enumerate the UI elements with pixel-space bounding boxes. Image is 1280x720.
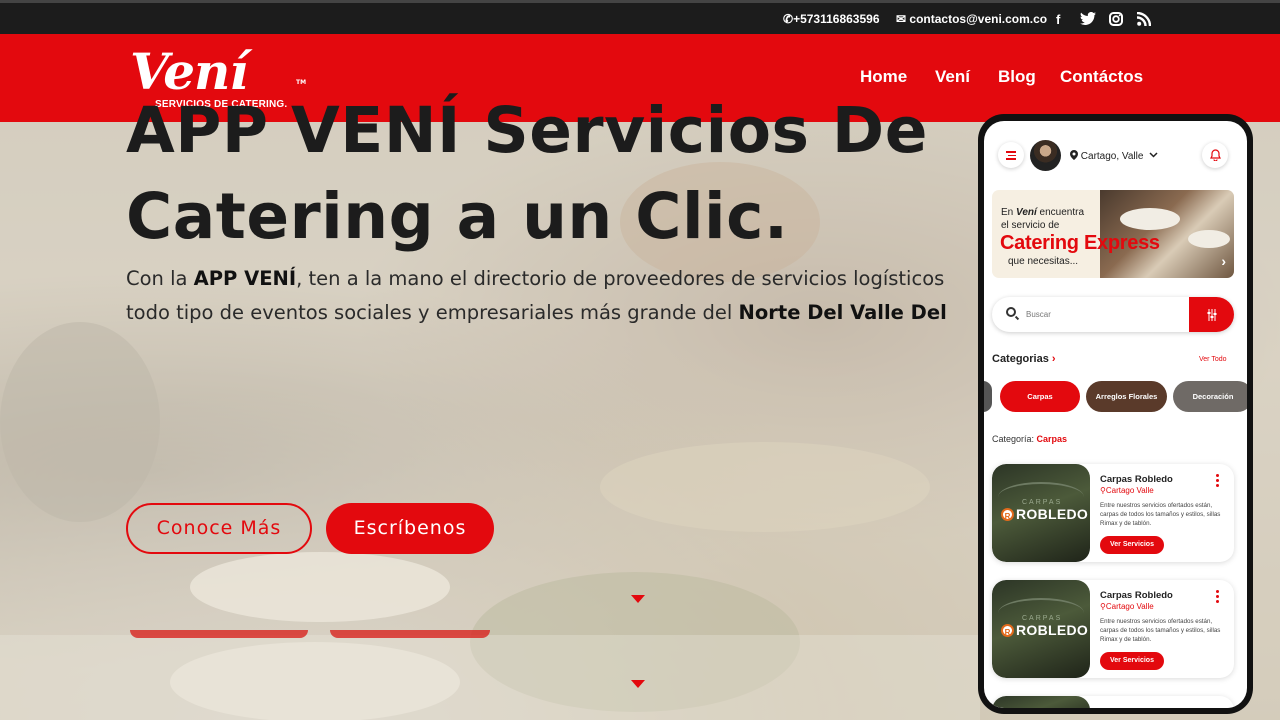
nav-home[interactable]: Home (860, 67, 907, 87)
top-contact-bar: ✆+573116863596 ✉ contactos@veni.com.co f (0, 0, 1280, 34)
banner-brand: Vení (1016, 207, 1037, 218)
search-input[interactable]: Buscar (1026, 310, 1051, 319)
provider-logo-mark: R (1001, 624, 1014, 637)
phone-number[interactable]: +573116863596 (793, 12, 879, 26)
scroll-down-icon[interactable] (631, 595, 645, 603)
banner-line3: que necesitas... (1008, 256, 1079, 267)
avatar[interactable] (1030, 140, 1061, 171)
provider-name: Carpas Robledo (1100, 474, 1173, 485)
ver-servicios-button[interactable]: Ver Servicios (1100, 536, 1164, 554)
provider-description: Entre nuestros servicios ofertados están… (1100, 502, 1221, 527)
category-chip-decoracion[interactable]: Decoración (1173, 381, 1247, 412)
location-label: Cartago, Valle (1080, 151, 1144, 162)
provider-card[interactable]: CARPAS R ROBLEDO Carpas Robledo ⚲Cartago… (992, 580, 1234, 678)
hero-lower-band (0, 635, 980, 720)
hero-text-bold: APP VENÍ (193, 267, 297, 290)
banner-headline: Catering Express (1000, 232, 1160, 254)
provider-card[interactable]: CARPAS R ROBLEDO Carpas Robledo ⚲Cartago… (992, 464, 1234, 562)
filter-button[interactable] (1189, 297, 1234, 332)
banner-line1: En Vení encuentra (1001, 207, 1084, 218)
provider-image (992, 696, 1090, 708)
chevron-down-icon (1149, 152, 1158, 158)
menu-icon[interactable] (998, 142, 1024, 168)
chevron-right-icon[interactable]: › (1221, 253, 1226, 269)
provider-image-text: ROBLEDO (1016, 622, 1089, 638)
banner-line2: el servicio de (1001, 220, 1060, 231)
search-icon (1006, 307, 1016, 317)
ghost-button-duplicate (130, 630, 308, 638)
provider-name: Carpas Robledo (1100, 590, 1173, 601)
category-chip-arreglos-florales[interactable]: Arreglos Florales (1086, 381, 1167, 412)
hero-title-line2: Catering a un Clic. (126, 180, 789, 253)
provider-image-text: ROBLEDO (1016, 506, 1089, 522)
banner-text: encuentra (1036, 207, 1085, 218)
banner-plate (1188, 230, 1230, 248)
provider-image: CARPAS R ROBLEDO (992, 580, 1090, 678)
banner-plate (1120, 208, 1180, 230)
search-bar[interactable]: Buscar (992, 297, 1234, 332)
location-selector[interactable]: Cartago, Valle (1070, 150, 1158, 162)
location-pin-icon (1070, 150, 1078, 160)
phone-contact[interactable]: ✆+573116863596 (783, 12, 880, 26)
provider-image-text: CARPAS (1022, 499, 1063, 506)
category-chip-partial[interactable] (984, 381, 992, 412)
banner-text: En (1001, 207, 1017, 218)
provider-logo-mark: R (1001, 508, 1014, 521)
twitter-icon[interactable] (1080, 11, 1096, 28)
email-contact[interactable]: ✉ contactos@veni.com.co (896, 12, 1047, 26)
notification-bell-icon[interactable] (1202, 142, 1228, 168)
selected-category-value: Carpas (1036, 434, 1068, 444)
ghost-button-duplicate (330, 630, 490, 638)
chevron-right-icon: › (1048, 353, 1056, 365)
hero-text-bold: Norte Del Valle Del (738, 301, 947, 324)
nav-blog[interactable]: Blog (998, 67, 1036, 87)
provider-city-label: Cartago Valle (1105, 602, 1154, 611)
hero-text-part: , ten a la mano el directorio de proveed… (296, 267, 945, 290)
categories-title[interactable]: Categorias › (992, 353, 1056, 365)
provider-image: CARPAS R ROBLEDO (992, 464, 1090, 562)
see-all-link[interactable]: Ver Todo (1199, 356, 1227, 363)
email-address[interactable]: contactos@veni.com.co (909, 12, 1047, 26)
rss-icon[interactable] (1136, 11, 1152, 29)
provider-description: Entre nuestros servicios ofertados están… (1100, 618, 1221, 643)
provider-city: ⚲Cartago Valle (1100, 486, 1154, 495)
conoce-mas-button[interactable]: Conoce Más (126, 503, 312, 554)
hero-text-part: Con la (126, 267, 194, 290)
nav-veni[interactable]: Vení (935, 67, 970, 87)
nav-contactos[interactable]: Contáctos (1060, 67, 1143, 87)
promo-banner[interactable]: En Vení encuentra el servicio de Caterin… (992, 190, 1234, 278)
provider-image-text: CARPAS (1022, 615, 1063, 622)
more-options-icon[interactable] (1216, 474, 1220, 489)
hero-description: Con la APP VENÍ, ten a la mano el direct… (126, 262, 986, 330)
hero-title: APP VENÍ Servicios De Catering a un Clic… (126, 88, 986, 260)
selected-category: Categoría: Carpas (992, 434, 1067, 444)
category-chip-carpas[interactable]: Carpas (1000, 381, 1080, 412)
categories-title-text: Categorias (992, 353, 1049, 365)
logo-trademark: TM (296, 79, 307, 86)
ver-servicios-button[interactable]: Ver Servicios (1100, 652, 1164, 670)
provider-card-partial[interactable] (992, 696, 1234, 708)
phone-screen: Cartago, Valle En Vení encuentra el serv… (984, 121, 1247, 708)
sliders-icon (1207, 309, 1216, 321)
provider-city: ⚲Cartago Valle (1100, 602, 1154, 611)
hero-text-part: todo tipo de eventos sociales y empresar… (126, 301, 739, 324)
provider-city-label: Cartago Valle (1105, 486, 1154, 495)
hero-title-line1: APP VENÍ Servicios De (126, 94, 928, 167)
more-options-icon[interactable] (1216, 590, 1220, 605)
selected-category-label: Categoría: (992, 434, 1035, 444)
scroll-down-icon[interactable] (631, 680, 645, 688)
facebook-icon[interactable]: f (1056, 12, 1060, 27)
instagram-icon[interactable] (1109, 12, 1123, 29)
escribenos-button[interactable]: Escríbenos (326, 503, 494, 554)
